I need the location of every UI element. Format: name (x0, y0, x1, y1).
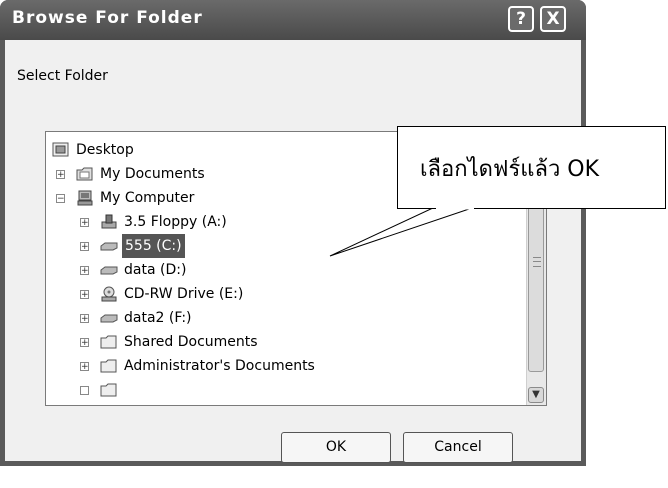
callout-pointer (329, 206, 476, 257)
callout-text: เลือกไดฟร์แล้ว OK (420, 157, 600, 182)
callout-box: เลือกไดฟร์แล้ว OK (397, 126, 666, 209)
